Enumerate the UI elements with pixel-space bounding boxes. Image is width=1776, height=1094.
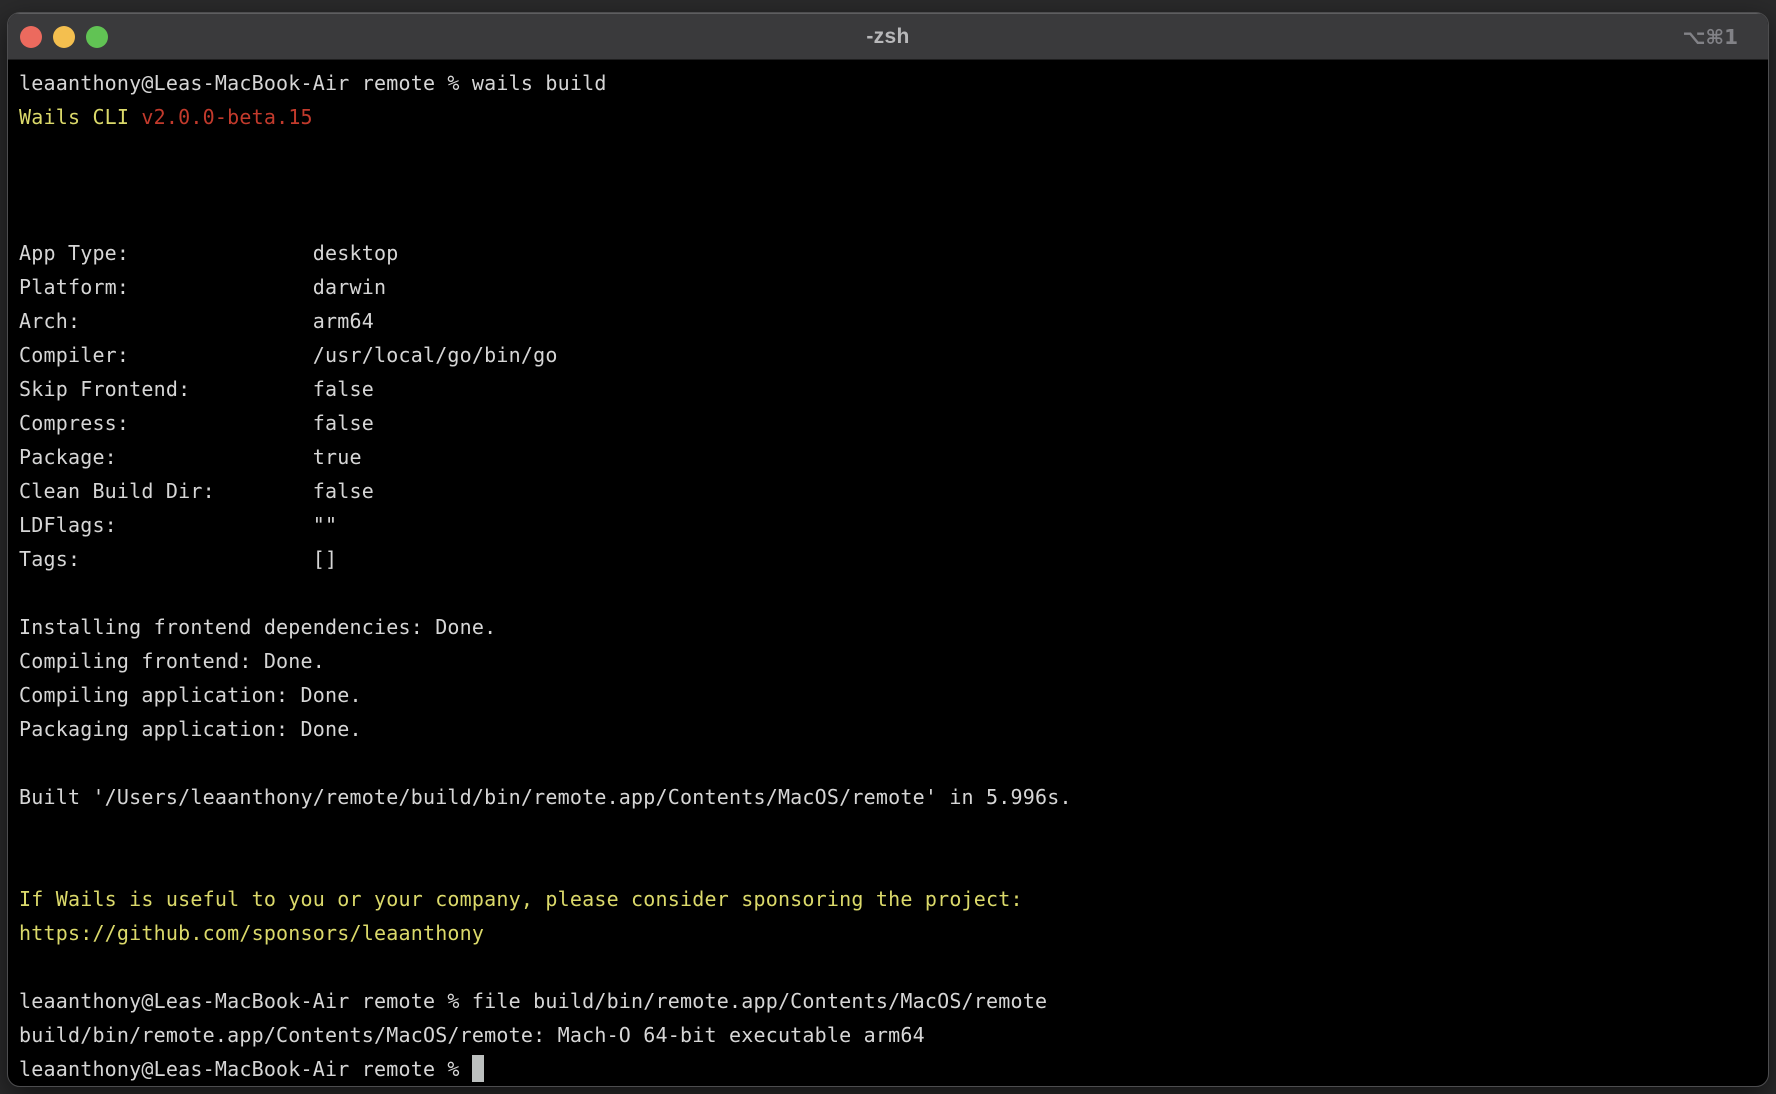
terminal-text: Compiling frontend: Done. bbox=[19, 649, 325, 673]
terminal-text: Compiler: /usr/local/go/bin/go bbox=[19, 343, 558, 367]
terminal-line-compiler: Compiler: /usr/local/go/bin/go bbox=[19, 338, 1768, 372]
terminal-text: Tags: [] bbox=[19, 547, 337, 571]
terminal-cursor bbox=[472, 1055, 484, 1082]
terminal-line-prompt-current: leaanthony@Leas-MacBook-Air remote % bbox=[19, 1052, 1768, 1086]
zoom-button[interactable] bbox=[86, 26, 108, 48]
terminal-line-blank bbox=[19, 814, 1768, 848]
terminal-text: Package: true bbox=[19, 445, 362, 469]
window-title: -zsh bbox=[8, 25, 1768, 49]
terminal-line-blank bbox=[19, 576, 1768, 610]
terminal-line-prompt-build: leaanthony@Leas-MacBook-Air remote % wai… bbox=[19, 66, 1768, 100]
terminal-text: build/bin/remote.app/Contents/MacOS/remo… bbox=[19, 1023, 925, 1047]
terminal-text: Skip Frontend: false bbox=[19, 377, 374, 401]
terminal-line-built-result: Built '/Users/leaanthony/remote/build/bi… bbox=[19, 780, 1768, 814]
terminal-line-app-type: App Type: desktop bbox=[19, 236, 1768, 270]
terminal-text: App Type: desktop bbox=[19, 241, 398, 265]
titlebar[interactable]: -zsh ⌥⌘1 bbox=[8, 13, 1768, 60]
terminal-line-file-output: build/bin/remote.app/Contents/MacOS/remo… bbox=[19, 1018, 1768, 1052]
terminal-text: Platform: darwin bbox=[19, 275, 386, 299]
terminal-line-platform: Platform: darwin bbox=[19, 270, 1768, 304]
terminal-text: leaanthony@Leas-MacBook-Air remote % bbox=[19, 1057, 472, 1081]
window-shortcut-badge: ⌥⌘1 bbox=[1682, 14, 1738, 59]
terminal-text: Arch: arm64 bbox=[19, 309, 374, 333]
terminal-text: Packaging application: Done. bbox=[19, 717, 362, 741]
minimize-button[interactable] bbox=[53, 26, 75, 48]
traffic-lights bbox=[20, 14, 108, 59]
terminal-line-blank bbox=[19, 848, 1768, 882]
sponsor-link-text: https://github.com/sponsors/leaanthony bbox=[19, 921, 484, 945]
terminal-line-compiling-application: Compiling application: Done. bbox=[19, 678, 1768, 712]
terminal-text: LDFlags: "" bbox=[19, 513, 337, 537]
terminal-line-compiling-frontend: Compiling frontend: Done. bbox=[19, 644, 1768, 678]
terminal-line-clean-build-dir: Clean Build Dir: false bbox=[19, 474, 1768, 508]
terminal-line-installing-deps: Installing frontend dependencies: Done. bbox=[19, 610, 1768, 644]
terminal-text: Built '/Users/leaanthony/remote/build/bi… bbox=[19, 785, 1072, 809]
terminal-line-sponsor-url: https://github.com/sponsors/leaanthony bbox=[19, 916, 1768, 950]
terminal-line-prompt-file: leaanthony@Leas-MacBook-Air remote % fil… bbox=[19, 984, 1768, 1018]
terminal-line-sponsor-message: If Wails is useful to you or your compan… bbox=[19, 882, 1768, 916]
terminal-text: Compiling application: Done. bbox=[19, 683, 362, 707]
terminal-text: Compress: false bbox=[19, 411, 374, 435]
terminal-window: -zsh ⌥⌘1 leaanthony@Leas-MacBook-Air rem… bbox=[7, 12, 1769, 1087]
terminal-line-blank bbox=[19, 950, 1768, 984]
wails-version-text: v2.0.0-beta.15 bbox=[141, 105, 312, 129]
terminal-line-blank bbox=[19, 202, 1768, 236]
terminal-text: Clean Build Dir: false bbox=[19, 479, 374, 503]
terminal-text: leaanthony@Leas-MacBook-Air remote % wai… bbox=[19, 71, 607, 95]
terminal-line-ldflags: LDFlags: "" bbox=[19, 508, 1768, 542]
terminal-text: If Wails is useful to you or your compan… bbox=[19, 887, 1023, 911]
terminal-text: Installing frontend dependencies: Done. bbox=[19, 615, 496, 639]
terminal-line-packaging-application: Packaging application: Done. bbox=[19, 712, 1768, 746]
terminal-line-blank bbox=[19, 168, 1768, 202]
terminal-line-skip-frontend: Skip Frontend: false bbox=[19, 372, 1768, 406]
terminal-line-blank bbox=[19, 134, 1768, 168]
terminal-screen[interactable]: leaanthony@Leas-MacBook-Air remote % wai… bbox=[8, 60, 1768, 1086]
terminal-text: leaanthony@Leas-MacBook-Air remote % fil… bbox=[19, 989, 1047, 1013]
terminal-line-compress: Compress: false bbox=[19, 406, 1768, 440]
terminal-line-wails-version: Wails CLI v2.0.0-beta.15 bbox=[19, 100, 1768, 134]
wails-cli-label: Wails CLI bbox=[19, 105, 141, 129]
terminal-line-package: Package: true bbox=[19, 440, 1768, 474]
terminal-line-arch: Arch: arm64 bbox=[19, 304, 1768, 338]
terminal-line-blank bbox=[19, 746, 1768, 780]
close-button[interactable] bbox=[20, 26, 42, 48]
terminal-line-tags: Tags: [] bbox=[19, 542, 1768, 576]
